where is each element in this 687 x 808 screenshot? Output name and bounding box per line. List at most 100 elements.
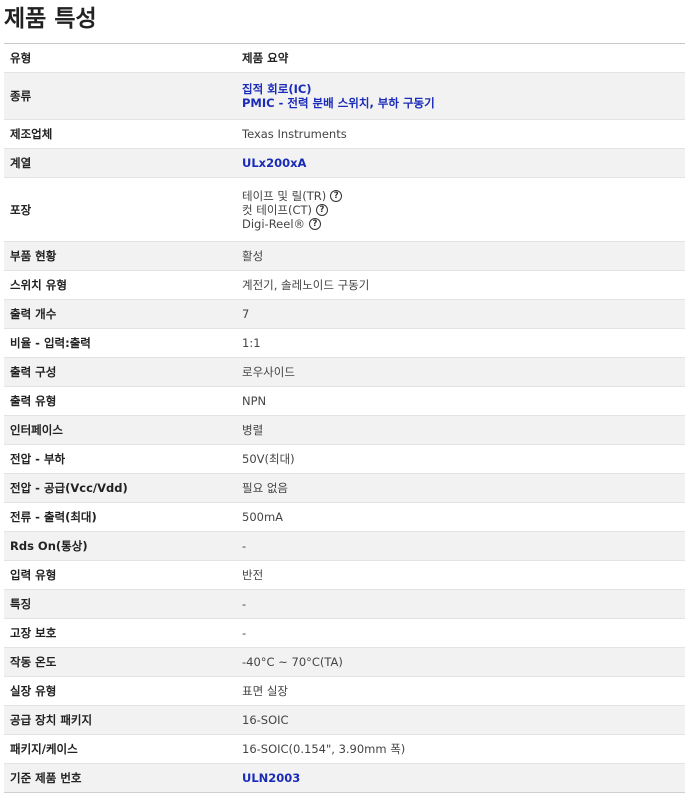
attribute-value-link[interactable]: ULN2003 [242, 771, 685, 785]
attribute-value: 16-SOIC(0.154", 3.90mm 폭) [236, 734, 685, 764]
attribute-value-text: 16-SOIC [242, 713, 289, 727]
attribute-value-text: 컷 테이프(CT)? [242, 203, 685, 217]
attribute-name: 제조업체 [4, 119, 236, 149]
attribute-value: 50V(최대) [236, 444, 685, 474]
attribute-value[interactable]: ULN2003 [236, 763, 685, 793]
attribute-value: 계전기, 솔레노이드 구동기 [236, 270, 685, 300]
attribute-value-text: - [242, 597, 247, 611]
attribute-name: 전압 - 부하 [4, 444, 236, 474]
attribute-value: -40°C ~ 70°C(TA) [236, 647, 685, 677]
attribute-value-text: 7 [242, 307, 250, 321]
attribute-name: 패키지/케이스 [4, 734, 236, 764]
attribute-value-text: 필요 없음 [242, 481, 288, 495]
table-row: 인터페이스 병렬 [4, 415, 685, 445]
summary-column-header: 제품 요약 [236, 43, 685, 73]
attribute-name: 공급 장치 패키지 [4, 705, 236, 735]
attribute-value-text: 1:1 [242, 336, 261, 350]
attribute-name: 고장 보호 [4, 618, 236, 648]
attribute-name: 기준 제품 번호 [4, 763, 236, 793]
attribute-value: NPN [236, 386, 685, 416]
attribute-name: 전압 - 공급(Vcc/Vdd) [4, 473, 236, 503]
table-row: 비율 - 입력:출력 1:1 [4, 328, 685, 358]
attribute-value-text: Digi-Reel®? [242, 217, 685, 231]
attribute-value-link[interactable]: PMIC - 전력 분배 스위치, 부하 구동기 [242, 96, 685, 110]
attribute-name: 종류 [4, 72, 236, 120]
attribute-value: 표면 실장 [236, 676, 685, 706]
attribute-value-text: 16-SOIC(0.154", 3.90mm 폭) [242, 742, 406, 756]
table-row: 전류 - 출력(최대) 500mA [4, 502, 685, 532]
table-row: 종류 집적 회로(IC) PMIC - 전력 분배 스위치, 부하 구동기 [4, 72, 685, 120]
attribute-name: Rds On(통상) [4, 531, 236, 561]
table-row: 계열 ULx200xA [4, 148, 685, 178]
attribute-value[interactable]: ULx200xA [236, 148, 685, 178]
table-row: 전압 - 부하 50V(최대) [4, 444, 685, 474]
table-row: 출력 유형 NPN [4, 386, 685, 416]
table-row: 공급 장치 패키지 16-SOIC [4, 705, 685, 735]
attribute-value: - [236, 589, 685, 619]
attribute-value-text: 500mA [242, 510, 284, 524]
attribute-name: 출력 개수 [4, 299, 236, 329]
table-row: 고장 보호 - [4, 618, 685, 648]
question-circle-icon[interactable]: ? [309, 218, 322, 230]
attribute-value: 병렬 [236, 415, 685, 445]
attribute-name: 특징 [4, 589, 236, 619]
attribute-value: 반전 [236, 560, 685, 590]
table-row: 전압 - 공급(Vcc/Vdd) 필요 없음 [4, 473, 685, 503]
attribute-value-text: 표면 실장 [242, 684, 288, 698]
attribute-name: 작동 온도 [4, 647, 236, 677]
table-row: 작동 온도 -40°C ~ 70°C(TA) [4, 647, 685, 677]
attribute-name: 스위치 유형 [4, 270, 236, 300]
attribute-value: 1:1 [236, 328, 685, 358]
table-row: 실장 유형 표면 실장 [4, 676, 685, 706]
type-column-header: 유형 [4, 43, 236, 73]
attribute-value-text: 테이프 및 릴(TR)? [242, 189, 685, 203]
attribute-value-text: 계전기, 솔레노이드 구동기 [242, 278, 370, 292]
question-circle-icon[interactable]: ? [316, 204, 329, 216]
attribute-name: 출력 유형 [4, 386, 236, 416]
attribute-value: 500mA [236, 502, 685, 532]
attribute-value-text: 활성 [242, 249, 264, 263]
attribute-value[interactable]: 집적 회로(IC) PMIC - 전력 분배 스위치, 부하 구동기 [236, 72, 685, 120]
attribute-name: 전류 - 출력(최대) [4, 502, 236, 532]
attribute-value: Texas Instruments [236, 119, 685, 149]
table-row: 제조업체 Texas Instruments [4, 119, 685, 149]
table-row: 기준 제품 번호 ULN2003 [4, 763, 685, 793]
attribute-name: 부품 현황 [4, 241, 236, 271]
table-row: 스위치 유형 계전기, 솔레노이드 구동기 [4, 270, 685, 300]
attribute-name: 비율 - 입력:출력 [4, 328, 236, 358]
attribute-name: 입력 유형 [4, 560, 236, 590]
attribute-name: 인터페이스 [4, 415, 236, 445]
attribute-value-text: -40°C ~ 70°C(TA) [242, 655, 343, 669]
attribute-value: - [236, 618, 685, 648]
product-attributes-table: 유형 제품 요약 종류 집적 회로(IC) PMIC - 전력 분배 스위치, 부하… [4, 43, 685, 793]
table-row: 출력 개수 7 [4, 299, 685, 329]
attributes-body: 종류 집적 회로(IC) PMIC - 전력 분배 스위치, 부하 구동기 제조업체 T… [4, 72, 685, 793]
table-header-row: 유형 제품 요약 [4, 43, 685, 73]
attribute-value-link[interactable]: ULx200xA [242, 156, 685, 170]
attribute-value-text: NPN [242, 394, 267, 408]
attribute-value: 필요 없음 [236, 473, 685, 503]
table-row: 포장 테이프 및 릴(TR)? 컷 테이프(CT)? Digi-Reel®? [4, 177, 685, 242]
attribute-value: 로우사이드 [236, 357, 685, 387]
attribute-value: 16-SOIC [236, 705, 685, 735]
table-row: 패키지/케이스 16-SOIC(0.154", 3.90mm 폭) [4, 734, 685, 764]
attribute-value-text: 반전 [242, 568, 264, 582]
table-row: Rds On(통상) - [4, 531, 685, 561]
attribute-value-text: - [242, 539, 247, 553]
table-row: 부품 현황 활성 [4, 241, 685, 271]
attribute-name: 실장 유형 [4, 676, 236, 706]
attribute-name: 출력 구성 [4, 357, 236, 387]
attribute-name: 포장 [4, 177, 236, 242]
page-title: 제품 특성 [4, 6, 97, 32]
attribute-value: 테이프 및 릴(TR)? 컷 테이프(CT)? Digi-Reel®? [236, 177, 685, 242]
attribute-name: 계열 [4, 148, 236, 178]
attribute-value-link[interactable]: 집적 회로(IC) [242, 82, 685, 96]
attribute-value-text: - [242, 626, 247, 640]
attribute-value-text: 50V(최대) [242, 452, 295, 466]
attribute-value: 7 [236, 299, 685, 329]
attribute-value-text: 로우사이드 [242, 365, 295, 379]
table-row: 특징 - [4, 589, 685, 619]
table-row: 입력 유형 반전 [4, 560, 685, 590]
table-row: 출력 구성 로우사이드 [4, 357, 685, 387]
question-circle-icon[interactable]: ? [330, 190, 343, 202]
